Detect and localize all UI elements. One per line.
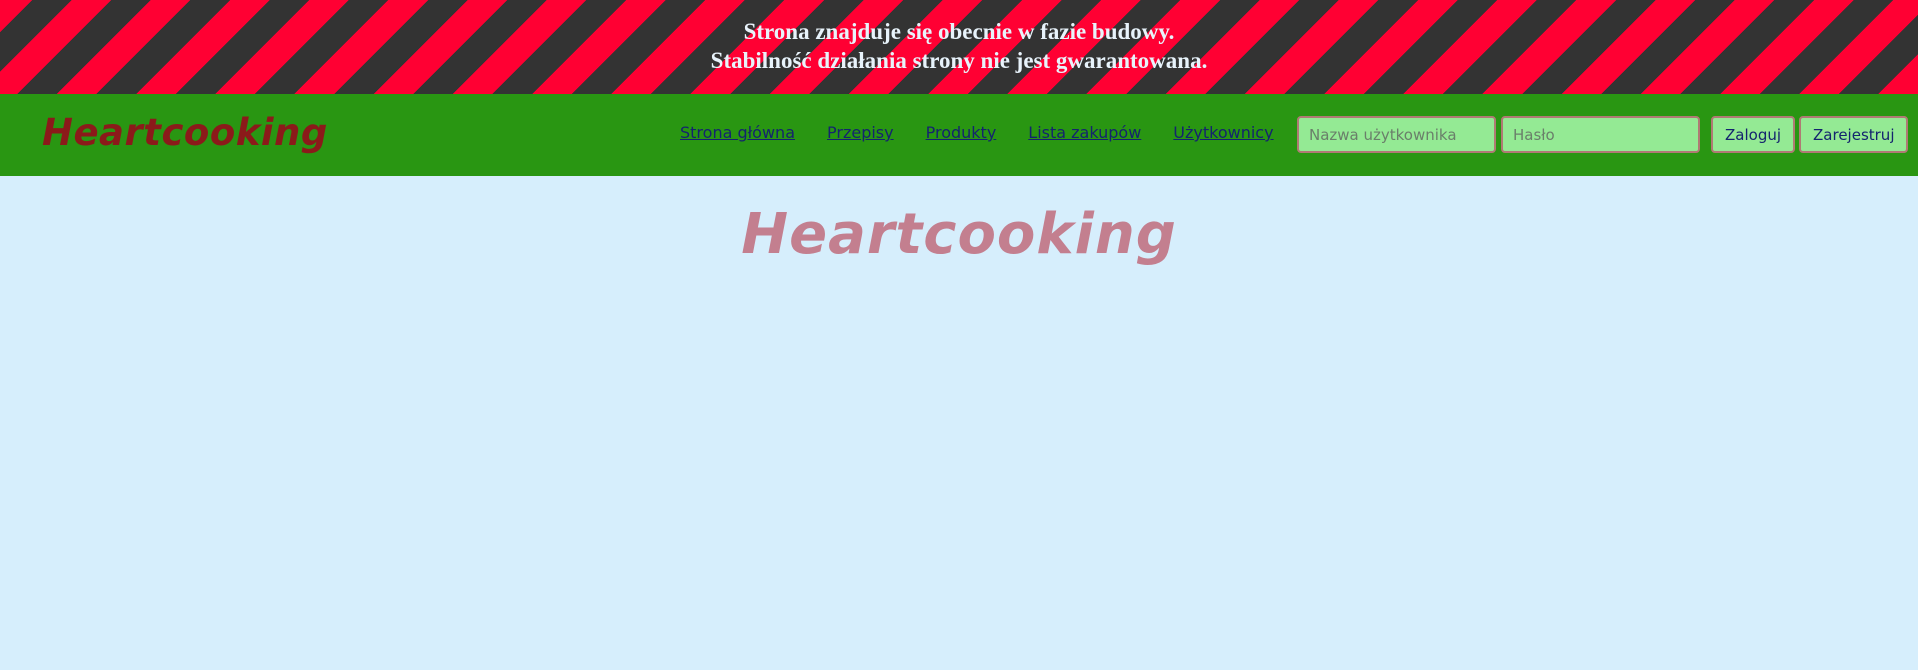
nav-link-home[interactable]: Strona główna	[680, 123, 795, 142]
construction-banner: Strona znajduje się obecnie w fazie budo…	[0, 0, 1918, 94]
top-navbar: Heartcooking Strona główna Przepisy Prod…	[0, 94, 1918, 176]
brand-logo-link[interactable]: Heartcooking	[42, 111, 328, 154]
login-button[interactable]: Zaloguj	[1711, 116, 1796, 153]
username-input[interactable]	[1297, 116, 1496, 153]
construction-notice-line-2: Stabilność działania strony nie jest gwa…	[710, 48, 1208, 73]
nav-link-users[interactable]: Użytkownicy	[1173, 123, 1273, 142]
main-nav: Strona główna Przepisy Produkty Lista za…	[680, 123, 1274, 142]
password-input[interactable]	[1501, 116, 1700, 153]
nav-link-shopping-list[interactable]: Lista zakupów	[1028, 123, 1141, 142]
login-form: Zaloguj Zarejestruj	[1297, 116, 1909, 153]
nav-link-recipes[interactable]: Przepisy	[827, 123, 894, 142]
register-button[interactable]: Zarejestruj	[1799, 116, 1909, 153]
construction-notice: Strona znajduje się obecnie w fazie budo…	[711, 17, 1208, 75]
page-title: Heartcooking	[741, 202, 1177, 267]
nav-link-products[interactable]: Produkty	[926, 123, 997, 142]
construction-notice-line-1: Strona znajduje się obecnie w fazie budo…	[743, 19, 1175, 44]
main-content: Heartcooking	[0, 176, 1918, 670]
